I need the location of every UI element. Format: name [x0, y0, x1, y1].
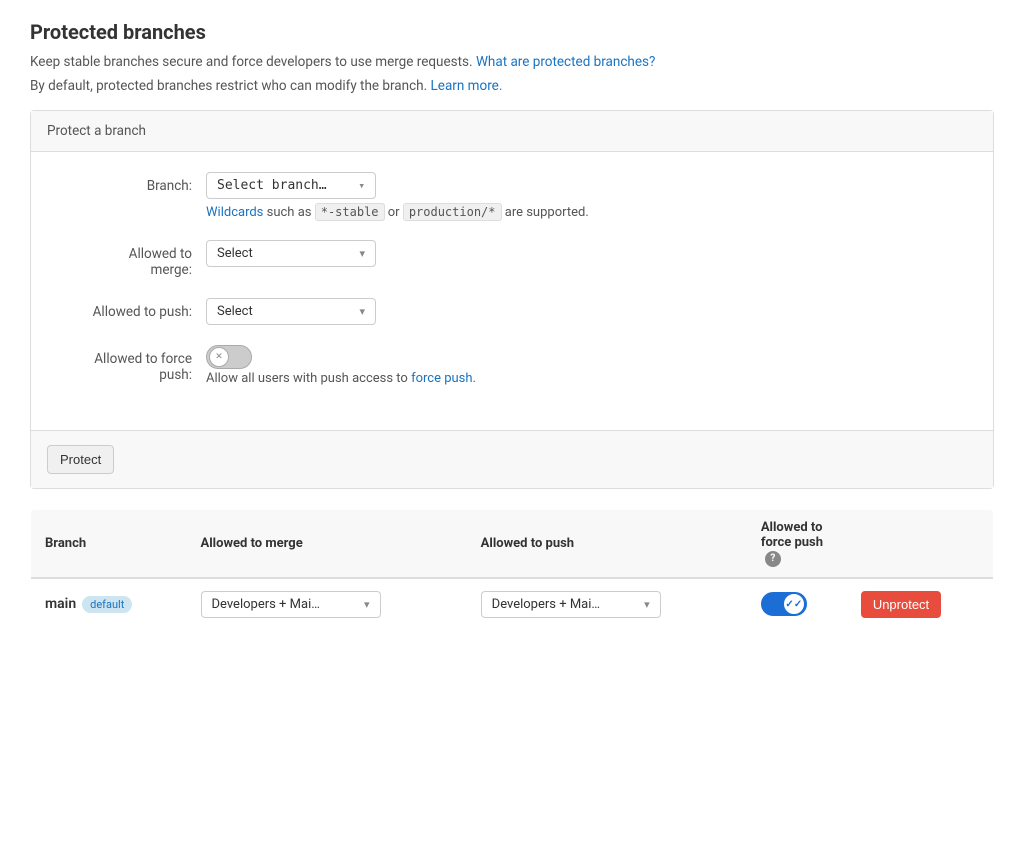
wildcard-code2: production/*: [403, 203, 502, 221]
force-push-link[interactable]: force push: [411, 371, 472, 386]
wildcard-hint: Wildcards such as *-stable or production…: [206, 205, 963, 220]
col-push: Allowed to push: [467, 510, 747, 578]
action-cell: Unprotect: [847, 578, 994, 631]
toggle-thumb: ✓: [784, 594, 804, 614]
table-header-row: Branch Allowed to merge Allowed to push …: [31, 510, 994, 578]
branch-cell: main default: [31, 578, 187, 631]
merge-select[interactable]: Select ▾: [206, 240, 376, 267]
toggle-wrapper: [206, 345, 963, 369]
branch-name: main: [45, 596, 76, 612]
card-body: Branch: Select branch… ▾ Wildcards such …: [31, 152, 993, 430]
force-push-label: Allowed to forcepush:: [61, 345, 206, 383]
force-push-cell: ✓: [747, 578, 847, 631]
chevron-down-icon: ▾: [364, 598, 370, 611]
subtitle2: By default, protected branches restrict …: [30, 78, 994, 94]
force-push-field: Allow all users with push access to forc…: [206, 345, 963, 386]
col-merge: Allowed to merge: [187, 510, 467, 578]
force-push-hint: Allow all users with push access to forc…: [206, 371, 963, 386]
branch-table: Branch Allowed to merge Allowed to push …: [30, 509, 994, 631]
help-icon[interactable]: ?: [765, 551, 781, 567]
col-branch: Branch: [31, 510, 187, 578]
branch-field: Select branch… ▾ Wildcards such as *-sta…: [206, 172, 963, 220]
merge-field: Select ▾: [206, 240, 963, 267]
toggle-track: [206, 345, 252, 369]
branch-badge: default: [82, 596, 132, 613]
subtitle: Keep stable branches secure and force de…: [30, 54, 994, 70]
force-push-row: Allowed to forcepush: Allow all users wi…: [61, 345, 963, 386]
merge-row: Allowed tomerge: Select ▾: [61, 240, 963, 278]
merge-cell: Developers + Mai…▾: [187, 578, 467, 631]
wildcards-link[interactable]: Wildcards: [206, 205, 263, 220]
chevron-down-icon: ▾: [644, 598, 650, 611]
force-push-toggle-table[interactable]: ✓: [761, 592, 807, 616]
push-select-table[interactable]: Developers + Mai…▾: [481, 591, 661, 618]
merge-select-table[interactable]: Developers + Mai…▾: [201, 591, 381, 618]
force-push-toggle[interactable]: [206, 345, 252, 369]
branch-row: Branch: Select branch… ▾ Wildcards such …: [61, 172, 963, 220]
chevron-down-icon: ▾: [359, 247, 365, 260]
protect-button[interactable]: Protect: [47, 445, 114, 474]
chevron-down-icon: ▾: [358, 179, 365, 192]
branch-select[interactable]: Select branch… ▾: [206, 172, 376, 199]
protect-branch-card: Protect a branch Branch: Select branch… …: [30, 110, 994, 489]
card-header: Protect a branch: [31, 111, 993, 152]
wildcard-code1: *-stable: [315, 203, 385, 221]
learn-more-link[interactable]: Learn more.: [431, 78, 503, 94]
page-title: Protected branches: [30, 20, 994, 44]
protected-branches-link[interactable]: What are protected branches?: [476, 54, 655, 70]
toggle-track: ✓: [761, 592, 807, 616]
chevron-down-icon: ▾: [359, 305, 365, 318]
branch-label: Branch:: [61, 172, 206, 194]
table-row: main default Developers + Mai…▾ Developers …: [31, 578, 994, 631]
push-label: Allowed to push:: [61, 298, 206, 320]
unprotect-button[interactable]: Unprotect: [861, 591, 941, 618]
push-field: Select ▾: [206, 298, 963, 325]
push-row: Allowed to push: Select ▾: [61, 298, 963, 325]
push-cell: Developers + Mai…▾: [467, 578, 747, 631]
toggle-thumb: [209, 347, 229, 367]
col-actions: [847, 510, 994, 578]
merge-label: Allowed tomerge:: [61, 240, 206, 278]
col-force: Allowed to force push ?: [747, 510, 847, 578]
push-select[interactable]: Select ▾: [206, 298, 376, 325]
card-footer: Protect: [31, 430, 993, 488]
